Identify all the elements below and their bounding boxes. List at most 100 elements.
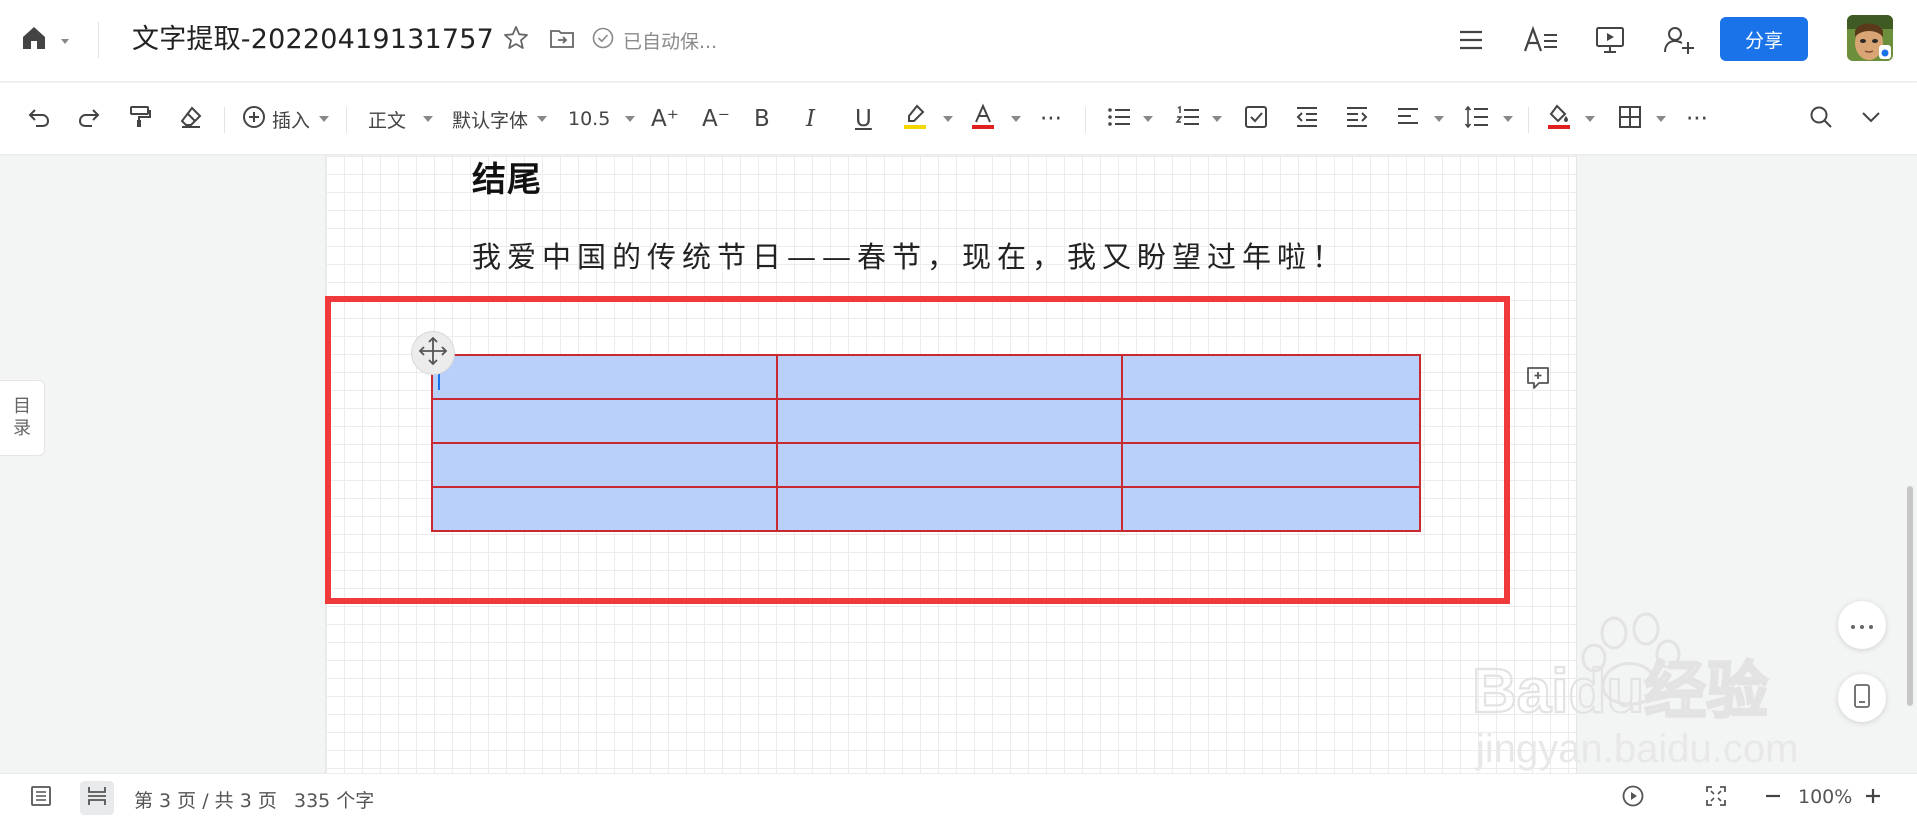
font-family-value: 默认字体	[452, 109, 529, 132]
decrease-font-button[interactable]: A⁻	[702, 99, 730, 139]
move-handle-icon	[418, 336, 448, 370]
star-icon[interactable]	[502, 24, 530, 56]
zoom-in-button[interactable]	[1856, 781, 1890, 815]
table-cell[interactable]	[430, 442, 779, 488]
table-cell[interactable]	[1120, 398, 1422, 444]
clear-format-button[interactable]	[178, 99, 204, 139]
chevron-down-icon	[1585, 116, 1595, 122]
font-size-select[interactable]: 10.5	[568, 99, 636, 139]
more-icon: ···	[1040, 105, 1062, 132]
collapse-toolbar-button[interactable]	[1858, 99, 1884, 139]
move-to-folder-icon[interactable]	[548, 24, 576, 56]
play-icon	[1621, 784, 1645, 812]
table-cell[interactable]	[776, 442, 1123, 488]
mobile-icon	[1852, 683, 1872, 713]
table-cell[interactable]	[1120, 486, 1422, 532]
table-cell[interactable]	[430, 398, 779, 444]
underline-button[interactable]: U	[855, 99, 872, 139]
zoom-in-icon	[1863, 786, 1883, 810]
chevron-down-icon	[625, 116, 636, 122]
insert-menu[interactable]: 插入	[241, 99, 330, 139]
formatting-toolbar: 插入 正文 默认字体 10.5 A⁺ A⁻ B I U ··· ···	[0, 83, 1917, 155]
share-button[interactable]: 分享	[1720, 17, 1808, 61]
fullscreen-icon	[1704, 784, 1728, 812]
add-user-icon[interactable]	[1659, 20, 1699, 60]
table-cell[interactable]	[776, 354, 1123, 400]
paragraph-style-select[interactable]: 正文	[368, 99, 434, 139]
highlight-button[interactable]	[902, 99, 953, 139]
fill-color-icon	[1546, 103, 1572, 136]
format-painter-button[interactable]	[127, 99, 153, 139]
undo-button[interactable]	[26, 99, 52, 139]
table-button[interactable]	[1617, 99, 1666, 139]
font-family-select[interactable]: 默认字体	[452, 99, 548, 139]
zoom-level[interactable]: 100%	[1798, 786, 1852, 808]
table-row	[430, 354, 1422, 400]
line-spacing-button[interactable]	[1464, 99, 1513, 139]
autosave-label: 已自动保...	[623, 30, 718, 53]
chevron-down-icon	[1143, 116, 1153, 122]
check-circle-icon	[591, 26, 615, 55]
document-heading[interactable]: 结尾	[472, 152, 542, 201]
checklist-icon	[1243, 104, 1269, 135]
home-button[interactable]	[20, 22, 80, 58]
search-icon	[1808, 104, 1834, 135]
bullet-list-icon	[1106, 104, 1132, 135]
toc-label: 录	[13, 418, 31, 439]
numbered-list-button[interactable]	[1175, 99, 1222, 139]
more-tools-button[interactable]: ···	[1686, 99, 1708, 139]
table-row	[430, 442, 1422, 488]
list-icon[interactable]	[1451, 20, 1491, 60]
more-icon	[1849, 616, 1875, 635]
decrease-font-icon: A⁻	[702, 105, 730, 132]
status-bar: 第 3 页 / 共 3 页 335 个字 100%	[0, 773, 1917, 821]
increase-font-button[interactable]: A⁺	[651, 99, 679, 139]
page-view-button[interactable]	[80, 781, 114, 815]
add-comment-button[interactable]	[1522, 364, 1554, 396]
table-icon	[1617, 104, 1643, 135]
indent-button[interactable]	[1344, 99, 1370, 139]
home-icon	[20, 24, 48, 56]
table-cell[interactable]	[1120, 354, 1422, 400]
play-button[interactable]	[1616, 781, 1650, 815]
table-move-handle[interactable]	[411, 331, 455, 375]
outline-view-button[interactable]	[24, 781, 58, 815]
more-options-button[interactable]	[1838, 601, 1886, 649]
table-cell[interactable]	[430, 486, 779, 532]
chevron-down-icon	[319, 116, 330, 122]
avatar[interactable]	[1847, 15, 1893, 61]
zoom-out-button[interactable]	[1756, 781, 1790, 815]
text-format-icon[interactable]	[1521, 20, 1561, 60]
format-painter-icon	[127, 104, 153, 135]
indent-icon	[1344, 104, 1370, 135]
fill-color-button[interactable]	[1546, 99, 1595, 139]
underline-icon: U	[855, 105, 872, 132]
vertical-scrollbar[interactable]	[1907, 486, 1913, 706]
present-icon[interactable]	[1590, 20, 1630, 60]
table-cell[interactable]	[430, 354, 779, 400]
font-color-button[interactable]	[970, 99, 1021, 139]
document-table[interactable]	[430, 354, 1422, 532]
search-button[interactable]	[1808, 99, 1834, 139]
redo-button[interactable]	[76, 99, 102, 139]
document-title[interactable]: 文字提取-20220419131757	[132, 22, 494, 58]
bold-icon: B	[754, 105, 770, 132]
document-paragraph[interactable]: 我爱中国的传统节日——春节，现在，我又盼望过年啦！	[472, 234, 1347, 276]
table-cell[interactable]	[776, 398, 1123, 444]
bold-button[interactable]: B	[754, 99, 770, 139]
table-cell[interactable]	[1120, 442, 1422, 488]
outdent-button[interactable]	[1294, 99, 1320, 139]
fullscreen-button[interactable]	[1699, 781, 1733, 815]
toolbar-divider	[1528, 107, 1529, 133]
italic-button[interactable]: I	[806, 99, 815, 139]
mobile-view-button[interactable]	[1838, 674, 1886, 722]
highlight-icon	[902, 103, 928, 136]
bullet-list-button[interactable]	[1106, 99, 1153, 139]
page-view-icon	[85, 784, 109, 812]
increase-font-icon: A⁺	[651, 105, 679, 132]
more-format-button[interactable]: ···	[1040, 99, 1062, 139]
table-cell[interactable]	[776, 486, 1123, 532]
table-of-contents-tab[interactable]: 目 录	[0, 380, 45, 456]
checklist-button[interactable]	[1243, 99, 1269, 139]
align-button[interactable]	[1395, 99, 1444, 139]
